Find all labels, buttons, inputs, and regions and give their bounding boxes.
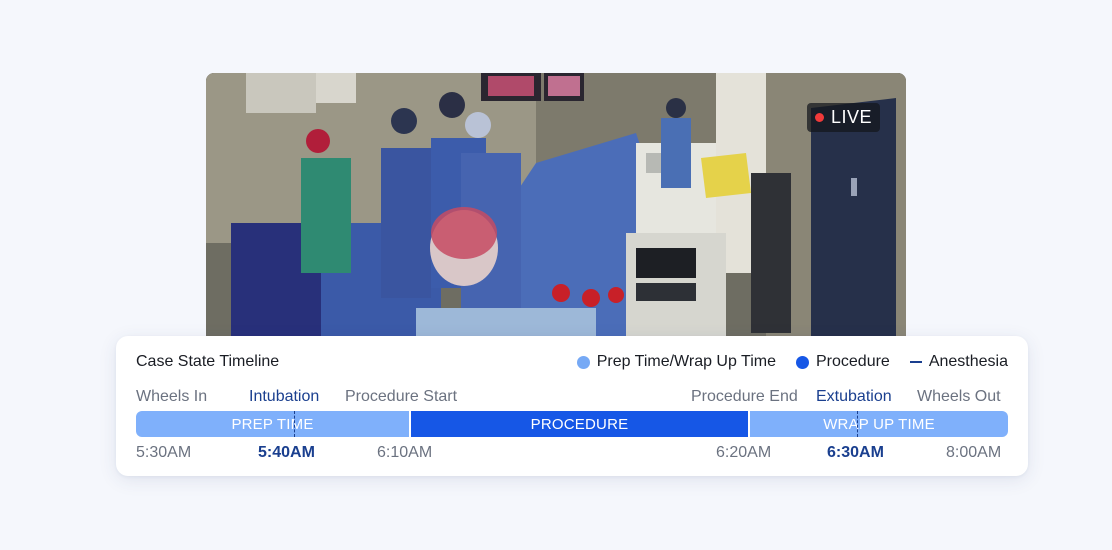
prep-time-segment[interactable]: PREP TIME [136, 411, 409, 437]
time-extubation: 6:30AM [827, 444, 884, 461]
prep-dot-icon [576, 355, 590, 369]
event-wheels-in: Wheels In [136, 388, 208, 405]
procedure-segment[interactable]: PROCEDURE [411, 411, 748, 437]
event-intubation: Intubation [249, 388, 320, 405]
legend-label-anesthesia: Anesthesia [928, 353, 1008, 370]
legend-item-anesthesia: Anesthesia [909, 353, 1008, 371]
time-wheels-out: 8:00AM [946, 444, 1002, 461]
extubation-marker [857, 411, 858, 437]
event-wheels-out: Wheels Out [917, 388, 1001, 405]
page: LIVE Case State Timeline Prep Time/Wrap … [0, 0, 1112, 550]
operating-room-camera-image [206, 73, 906, 363]
live-label: LIVE [830, 107, 872, 127]
wrap-up-time-segment[interactable]: WRAP UP TIME [750, 411, 1008, 437]
card-title: Case State Timeline [136, 353, 280, 370]
event-procedure-start: Procedure Start [345, 388, 458, 405]
legend-label-procedure: Procedure [816, 353, 890, 370]
legend: Prep Time/Wrap Up Time Procedure Anesthe… [576, 353, 1008, 371]
case-state-timeline-card: Case State Timeline Prep Time/Wrap Up Ti… [116, 336, 1028, 476]
time-procedure-end: 6:20AM [716, 444, 772, 461]
dashed-line-icon [909, 361, 922, 363]
intubation-marker [294, 411, 295, 437]
legend-item-prep: Prep Time/Wrap Up Time [576, 353, 776, 371]
time-intubation: 5:40AM [258, 444, 315, 461]
live-indicator-icon [814, 113, 824, 122]
legend-item-procedure: Procedure [796, 353, 890, 371]
time-wheels-in: 5:30AM [136, 444, 192, 461]
time-procedure-start: 6:10AM [377, 444, 433, 461]
live-badge: LIVE [806, 103, 880, 132]
procedure-dot-icon [796, 355, 809, 369]
event-extubation: Extubation [816, 388, 892, 405]
event-procedure-end: Procedure End [691, 388, 798, 405]
legend-label-prep: Prep Time/Wrap Up Time [596, 353, 776, 370]
video-feed[interactable]: LIVE [206, 73, 906, 363]
